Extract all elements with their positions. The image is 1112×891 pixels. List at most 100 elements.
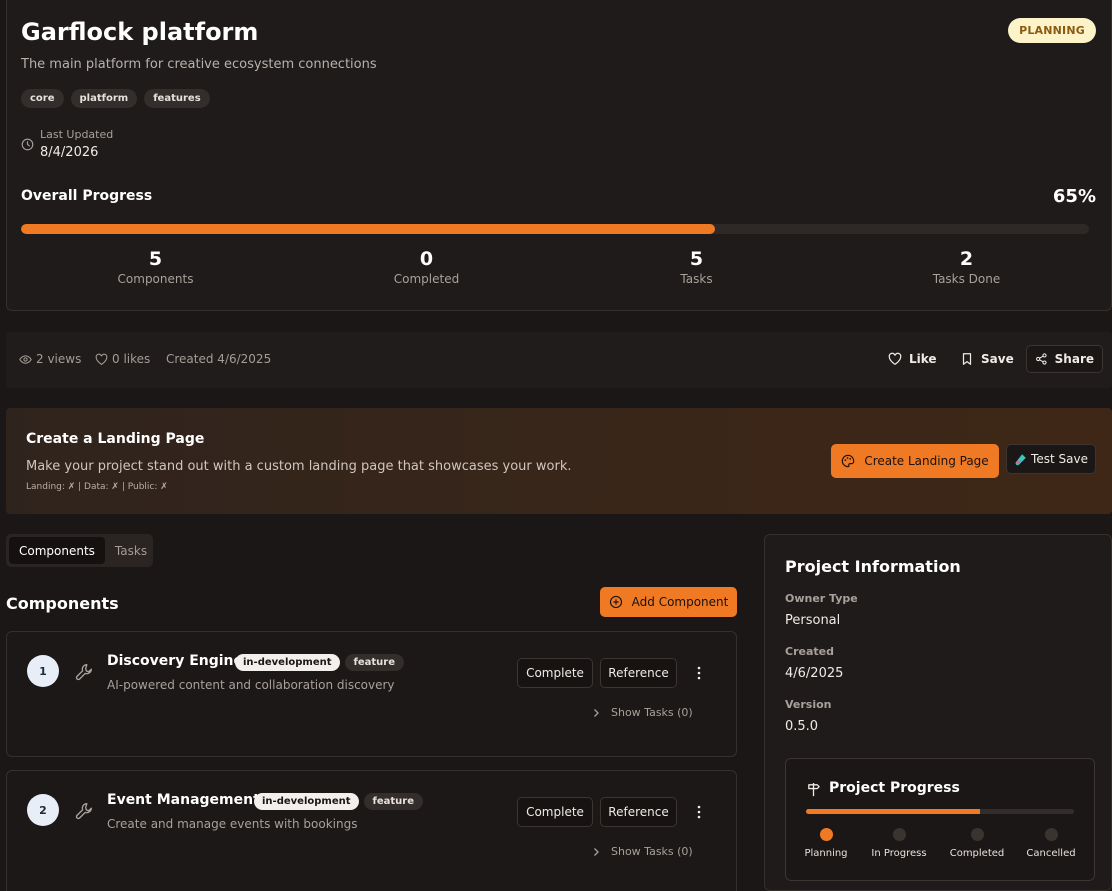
like-label: Like (909, 352, 937, 366)
views-count: 2 views (19, 352, 81, 366)
bookmark-icon (962, 353, 972, 365)
show-tasks-label: Show Tasks (0) (611, 845, 693, 858)
heart-icon (888, 352, 902, 365)
stage-dot (1044, 828, 1058, 841)
stat-label: Tasks (680, 272, 713, 286)
stat-value: 5 (148, 248, 163, 270)
chevron-right-icon (594, 847, 599, 856)
complete-button[interactable]: Complete (517, 797, 593, 827)
project-progress-title: Project Progress (829, 780, 960, 796)
project-progress-fill (806, 809, 981, 814)
stage-label: Completed (949, 848, 1005, 859)
test-save-label: Test Save (1031, 452, 1088, 466)
show-tasks-label: Show Tasks (0) (611, 706, 693, 719)
wrench-icon (75, 664, 92, 681)
overall-progress-value: 65% (1052, 186, 1096, 207)
version-value: 0.5.0 (785, 719, 819, 734)
stat-tasks: 5 Tasks (561, 248, 832, 286)
save-button[interactable]: Save (952, 345, 1022, 373)
status-badge: PLANNING (1008, 18, 1096, 43)
stage-cancelled: Cancelled (1011, 828, 1091, 859)
tag-list: core platform features (21, 89, 210, 108)
tab-components[interactable]: Components (9, 537, 105, 564)
component-card: 2 Event Management in-development featur… (6, 770, 737, 891)
show-tasks-toggle[interactable]: Show Tasks (0) (593, 845, 693, 858)
kebab-icon (697, 805, 701, 819)
more-options-button[interactable] (691, 662, 707, 684)
project-progress-bar (806, 809, 1074, 814)
stage-in-progress: In Progress (859, 828, 939, 859)
stage-completed: Completed (937, 828, 1017, 859)
likes-text: 0 likes (112, 352, 151, 366)
test-save-button[interactable]: Test Save (1006, 444, 1096, 474)
version-label: Version (785, 698, 832, 711)
owner-type-label: Owner Type (785, 592, 858, 605)
component-name: Event Management (107, 792, 260, 808)
tag[interactable]: platform (70, 89, 138, 108)
share-icon (1036, 353, 1047, 365)
stat-components: 5 Components (20, 248, 291, 286)
clock-icon (21, 138, 34, 151)
overall-progress-label: Overall Progress (21, 188, 153, 204)
view-tabs: Components Tasks (6, 534, 153, 567)
test-tube-icon (1015, 453, 1026, 465)
overall-progress-fill (21, 224, 716, 234)
landing-status-line: Landing: ✗ | Data: ✗ | Public: ✗ (26, 482, 168, 492)
created-label: Created (785, 645, 834, 658)
add-component-label: Add Component (631, 595, 729, 609)
owner-type-value: Personal (785, 613, 841, 628)
reference-button[interactable]: Reference (600, 797, 677, 827)
chevron-right-icon (594, 708, 599, 717)
project-description: The main platform for creative ecosystem… (21, 57, 377, 72)
stat-value: 2 (959, 248, 974, 270)
created-date: Created 4/6/2025 (166, 352, 271, 366)
stage-planning: Planning (786, 828, 866, 859)
component-description: AI-powered content and collaboration dis… (107, 678, 395, 692)
stat-label: Components (117, 272, 194, 286)
add-component-button[interactable]: Add Component (600, 587, 737, 617)
stat-label: Completed (393, 272, 460, 286)
component-name: Discovery Engine (107, 653, 244, 669)
components-heading: Components (6, 594, 119, 613)
plus-circle-icon (609, 595, 622, 609)
project-title: Garflock platform (21, 18, 259, 46)
show-tasks-toggle[interactable]: Show Tasks (0) (593, 706, 693, 719)
stat-tasks-done: 2 Tasks Done (831, 248, 1102, 286)
overall-progress-bar (21, 224, 1089, 234)
share-button[interactable]: Share (1026, 345, 1103, 373)
tab-tasks[interactable]: Tasks (105, 537, 157, 564)
tag[interactable]: features (144, 89, 210, 108)
component-number: 2 (27, 794, 59, 826)
complete-button[interactable]: Complete (517, 658, 593, 688)
project-info-title: Project Information (785, 557, 961, 576)
created-value: 4/6/2025 (785, 666, 844, 681)
component-badges: in-development feature (235, 654, 404, 671)
component-type-badge: feature (344, 654, 404, 671)
share-label: Share (1054, 352, 1094, 366)
views-text: 2 views (36, 352, 82, 366)
stage-label: Cancelled (1026, 848, 1076, 859)
stage-label: Planning (804, 848, 848, 859)
create-landing-page-button[interactable]: Create Landing Page (831, 444, 999, 478)
palette-icon (842, 454, 855, 468)
stage-dot (892, 828, 906, 841)
landing-title: Create a Landing Page (26, 431, 205, 447)
tag[interactable]: core (21, 89, 64, 108)
stat-completed: 0 Completed (291, 248, 562, 286)
component-type-badge: feature (363, 793, 423, 810)
component-description: Create and manage events with bookings (107, 817, 358, 831)
eye-icon (19, 354, 32, 364)
reference-button[interactable]: Reference (600, 658, 677, 688)
signpost-icon (808, 782, 820, 797)
wrench-icon (75, 803, 92, 820)
stage-label: In Progress (871, 848, 927, 859)
project-progress-card (785, 758, 1095, 881)
like-button[interactable]: Like (880, 345, 945, 373)
heart-icon (95, 353, 108, 365)
component-status-badge: in-development (235, 654, 340, 671)
component-number: 1 (27, 655, 59, 687)
likes-count: 0 likes (95, 352, 150, 366)
last-updated-label: Last Updated (40, 128, 114, 141)
more-options-button[interactable] (691, 801, 707, 823)
stat-value: 5 (689, 248, 704, 270)
